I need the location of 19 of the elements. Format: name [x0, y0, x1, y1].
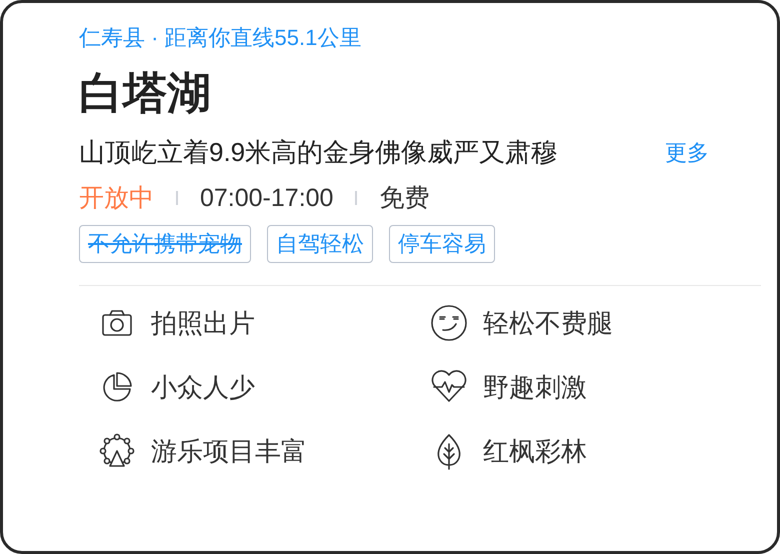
place-title: 白塔湖: [79, 68, 211, 120]
feature-label: 小众人少: [151, 370, 255, 404]
feature-label: 野趣刺激: [483, 370, 587, 404]
tag: 停车容易: [389, 225, 495, 263]
feature-label: 游乐项目丰富: [151, 434, 307, 468]
ferris-wheel-icon: [99, 433, 135, 469]
more-link[interactable]: 更多: [665, 136, 709, 168]
open-status: 开放中: [79, 183, 154, 214]
heartbeat-icon: [430, 369, 468, 405]
tag: 自驾轻松: [267, 225, 373, 263]
price-text: 免费: [379, 183, 430, 214]
smiley-face-icon: [430, 304, 468, 342]
feature-label: 红枫彩林: [483, 434, 587, 468]
opening-hours: 07:00-17:00: [200, 183, 334, 214]
location-text: 仁寿县 · 距离你直线55.1公里: [79, 24, 362, 52]
feature-label: 轻松不费腿: [483, 306, 613, 340]
description-text: 山顶屹立着9.9米高的金身佛像威严又肃穆: [79, 136, 558, 169]
tag: 不允许携带宠物: [79, 225, 251, 263]
feature-label: 拍照出片: [151, 306, 255, 340]
